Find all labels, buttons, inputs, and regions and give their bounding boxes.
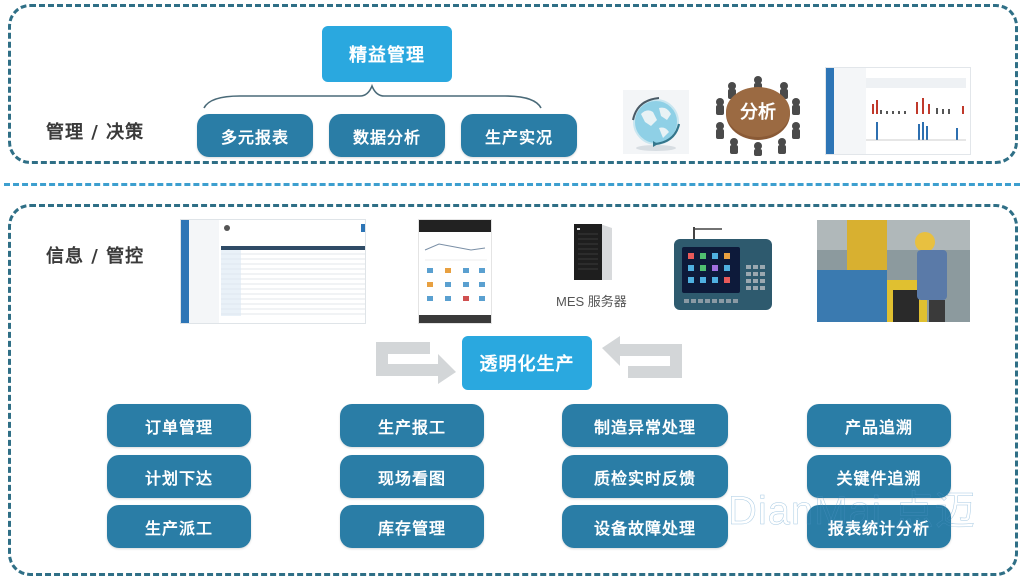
- layer-separator: [4, 183, 1020, 186]
- web-app-screenshot: [180, 219, 366, 324]
- report-chart-thumbnail: [866, 78, 966, 141]
- manufacturing-exception-button[interactable]: 制造异常处理: [562, 404, 728, 447]
- server-icon: [570, 222, 614, 282]
- report-screenshot: [825, 67, 971, 155]
- brace-connector: [203, 84, 542, 109]
- screenshot-nav: [834, 68, 866, 154]
- production-report-button[interactable]: 生产报工: [340, 404, 484, 447]
- factory-photo: [817, 220, 970, 322]
- screenshot-nav: [189, 220, 219, 323]
- production-status-button[interactable]: 生产实况: [461, 114, 577, 157]
- onsite-drawing-button[interactable]: 现场看图: [340, 455, 484, 498]
- data-table-thumbnail: [221, 224, 365, 316]
- control-layer-label: 信息 / 管控: [46, 246, 145, 267]
- production-dispatch-button[interactable]: 生产派工: [107, 505, 251, 548]
- report-statistics-button[interactable]: 报表统计分析: [807, 505, 951, 548]
- screenshot-sidebar: [826, 68, 834, 154]
- meeting-table-icon: 分析: [712, 72, 804, 156]
- globe-icon: [623, 90, 689, 154]
- decision-layer-label: 管理 / 决策: [46, 122, 145, 143]
- handheld-terminal-icon: [674, 225, 772, 310]
- lean-management-button[interactable]: 精益管理: [322, 26, 452, 82]
- cycle-arrow-left-icon: [602, 336, 682, 378]
- multi-report-button[interactable]: 多元报表: [197, 114, 313, 157]
- order-management-button[interactable]: 订单管理: [107, 404, 251, 447]
- analysis-label: 分析: [740, 102, 776, 123]
- product-trace-button[interactable]: 产品追溯: [807, 404, 951, 447]
- key-part-trace-button[interactable]: 关键件追溯: [807, 455, 951, 498]
- mobile-app-screenshot: [418, 219, 492, 324]
- transparent-production-button[interactable]: 透明化生产: [462, 336, 592, 390]
- plan-dispatch-button[interactable]: 计划下达: [107, 455, 251, 498]
- inventory-management-button[interactable]: 库存管理: [340, 505, 484, 548]
- quality-feedback-button[interactable]: 质检实时反馈: [562, 455, 728, 498]
- cycle-arrow-right-icon: [376, 342, 456, 384]
- server-caption: MES 服务器: [556, 294, 627, 309]
- screenshot-sidebar: [181, 220, 189, 323]
- equipment-fault-button[interactable]: 设备故障处理: [562, 505, 728, 548]
- data-analysis-button[interactable]: 数据分析: [329, 114, 445, 157]
